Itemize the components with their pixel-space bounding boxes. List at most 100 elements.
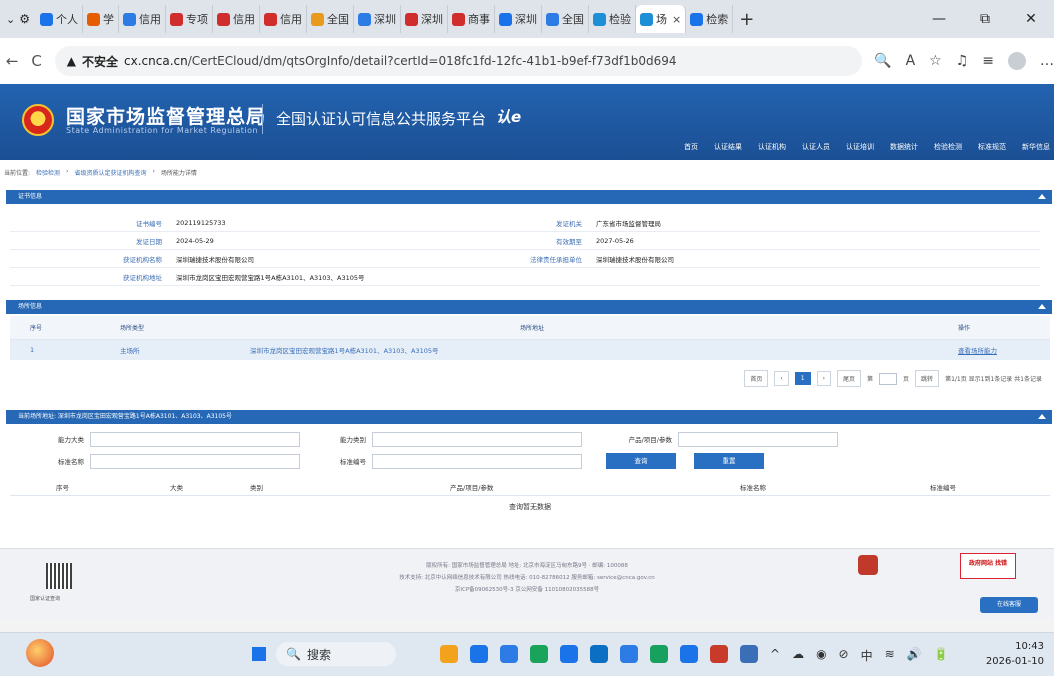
site-name[interactable]: 国家市场监督管理总局 [66, 102, 266, 129]
online-service-button[interactable]: 在线客服 [980, 597, 1038, 613]
cap-section-header[interactable]: 当前场所地址: 深圳市龙岗区宝田宏观营宝路1号A栋A3101、A3103、A31… [6, 410, 1052, 424]
search-button[interactable]: 查询 [606, 453, 676, 469]
restore-button[interactable]: ⧉ [962, 0, 1008, 38]
new-tab-button[interactable]: + [739, 9, 754, 30]
footer-copyright: 版权所有: 国家市场监督管理总局 地址: 北京市海淀区马甸东路9号 · 邮编: … [426, 563, 628, 569]
taskbar-app-icon[interactable] [500, 645, 518, 663]
cert-section-header[interactable]: 证书信息 [6, 190, 1052, 204]
start-button[interactable] [252, 647, 266, 661]
tray-icon[interactable]: 中 [861, 647, 873, 664]
more-icon[interactable]: … [1040, 53, 1054, 69]
tray-icon[interactable]: ☁ [792, 647, 804, 664]
taskbar-app-icon[interactable] [590, 645, 608, 663]
browser-tab[interactable]: 信用 [260, 5, 307, 33]
favicon-icon [86, 12, 100, 26]
url-input[interactable]: ▲ 不安全 cx.cnca.cn/CertECloud/dm/qtsOrgInf… [54, 46, 863, 76]
browser-tab[interactable]: 专项 [166, 5, 213, 33]
cap-major-input[interactable] [90, 431, 300, 447]
tray-icon[interactable]: ^ [770, 647, 780, 664]
taskbar-app-icon[interactable] [740, 645, 758, 663]
taskbar-search[interactable]: 🔍 搜索 [276, 642, 396, 666]
taskbar-app-icon[interactable] [560, 645, 578, 663]
pager-last[interactable]: 尾页 [837, 370, 862, 387]
pager-next[interactable]: › [816, 371, 831, 386]
breadcrumb-item[interactable]: 检验检测 [36, 168, 60, 177]
browser-tab[interactable]: 检索 [686, 5, 734, 33]
nav-item[interactable]: 认证机构 [758, 142, 786, 152]
nav-item[interactable]: 认证人员 [802, 142, 830, 152]
tab-label: 场 [655, 13, 667, 26]
clock[interactable]: 10:43 2026-01-10 [986, 639, 1044, 669]
collapse-icon[interactable] [1038, 304, 1046, 309]
profile-icon[interactable] [1008, 52, 1027, 70]
police-badge-icon[interactable] [858, 555, 878, 575]
pager-jump-button[interactable]: 跳转 [915, 370, 940, 387]
tab-label: 个人 [55, 13, 78, 26]
tab-actions-icon[interactable]: ⌄ [6, 13, 15, 26]
browser-tab[interactable]: 信用 [119, 5, 166, 33]
tray-icon[interactable]: ≋ [885, 647, 895, 664]
tray-icon[interactable]: 🔊 [907, 647, 922, 664]
favorite-icon[interactable]: ☆ [929, 53, 942, 69]
zoom-icon[interactable]: 🔍 [874, 53, 891, 69]
nav-item[interactable]: 认证结果 [714, 142, 742, 152]
cert-label: 有效期至 [556, 237, 582, 246]
close-window-button[interactable]: ✕ [1008, 0, 1054, 38]
pager-goto-input[interactable] [879, 372, 898, 385]
read-aloud-icon[interactable]: A [906, 53, 916, 69]
browser-tab[interactable]: 全国 [542, 5, 589, 33]
taskbar-app-icon[interactable] [440, 645, 458, 663]
site-section-header[interactable]: 场所信息 [6, 300, 1052, 314]
reset-button[interactable]: 重置 [694, 453, 764, 469]
nav-item[interactable]: 首页 [684, 142, 698, 152]
extensions-icon[interactable]: ♫ [956, 53, 969, 69]
widgets-icon[interactable] [26, 639, 54, 667]
footer-icp[interactable]: 京ICP备09062530号-3 京公网安备 11010802035588号 [0, 585, 1054, 593]
collapse-icon[interactable] [1038, 414, 1046, 419]
browser-tab[interactable]: 检验 [589, 5, 636, 33]
tray-icon[interactable]: ⊘ [839, 647, 849, 664]
breadcrumb-item[interactable]: 省级资质认定获证机构查询 [74, 168, 146, 177]
cap-class-input[interactable] [372, 431, 582, 447]
product-input[interactable] [678, 431, 838, 447]
tray-icon[interactable]: ◉ [816, 647, 826, 664]
taskbar-app-icon[interactable] [470, 645, 488, 663]
nav-item[interactable]: 新华信息 [1022, 142, 1050, 152]
collections-icon[interactable]: ≡ [982, 53, 994, 69]
nav-item[interactable]: 认证培训 [846, 142, 874, 152]
taskbar-app-icon[interactable] [680, 645, 698, 663]
std-no-input[interactable] [372, 453, 582, 469]
browser-tab[interactable]: 深圳 [354, 5, 401, 33]
std-name-input[interactable] [90, 453, 300, 469]
favicon-icon [498, 12, 512, 26]
browser-tab[interactable]: 全国 [307, 5, 354, 33]
browser-tab[interactable]: 信用 [213, 5, 260, 33]
collapse-icon[interactable] [1038, 194, 1046, 199]
reload-button[interactable]: C [24, 52, 48, 70]
browser-tab[interactable]: 商事 [448, 5, 495, 33]
pager-current[interactable]: 1 [794, 372, 811, 385]
nav-item[interactable]: 检验检测 [934, 142, 962, 152]
taskbar-app-icon[interactable] [530, 645, 548, 663]
pager-prev[interactable]: ‹ [774, 371, 789, 386]
browser-tab[interactable]: 深圳 [401, 5, 448, 33]
footer-support: 技术支持: 北京中认网络信息技术有限公司 热线电话: 010-82786012 … [399, 575, 655, 581]
tray-icon[interactable]: 🔋 [934, 647, 949, 664]
view-capability-link[interactable]: 查看场所能力 [940, 345, 1050, 355]
taskbar-app-icon[interactable] [620, 645, 638, 663]
back-button[interactable]: ← [0, 52, 24, 70]
pager-first[interactable]: 首页 [744, 370, 769, 387]
nav-item[interactable]: 数据统计 [890, 142, 918, 152]
workspace-icon[interactable]: ⚙ [19, 12, 30, 26]
minimize-button[interactable]: — [916, 0, 962, 38]
nav-item[interactable]: 标准规范 [978, 142, 1006, 152]
browser-tab[interactable]: 场 × [635, 5, 687, 33]
taskbar-app-icon[interactable] [650, 645, 668, 663]
tab-close-icon[interactable]: × [672, 13, 681, 26]
window-controls: — ⧉ ✕ [916, 0, 1054, 38]
browser-tab[interactable]: 深圳 [495, 5, 542, 33]
browser-tab[interactable]: 个人 [36, 5, 83, 33]
taskbar-app-icon[interactable] [710, 645, 728, 663]
gov-site-badge[interactable]: 政府网站 找错 [960, 553, 1016, 579]
browser-tab[interactable]: 学 [83, 5, 119, 33]
